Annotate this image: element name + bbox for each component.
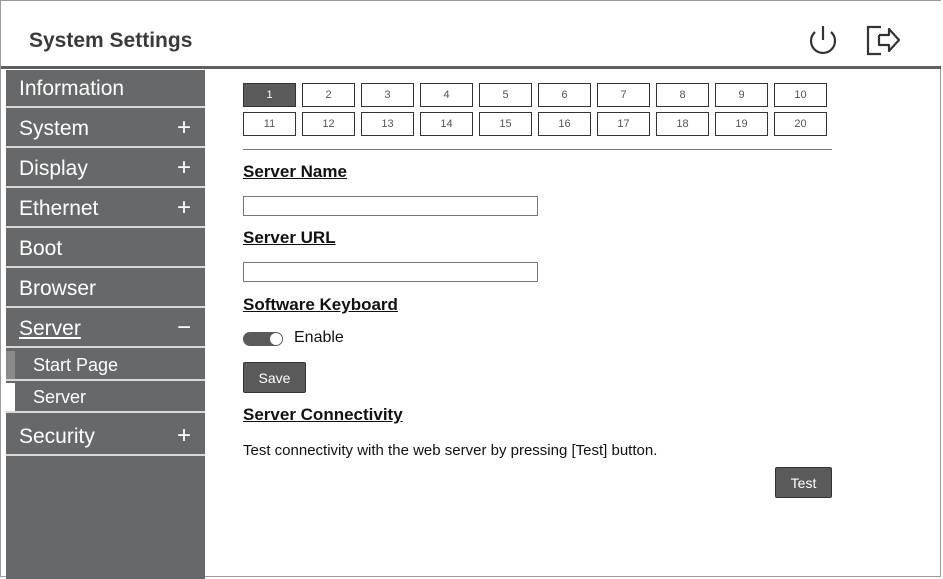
sidebar-item-label: Security (19, 425, 95, 448)
page-button-20[interactable]: 20 (774, 112, 827, 136)
sidebar-item-browser[interactable]: Browser (6, 270, 205, 308)
sidebar-item-ethernet[interactable]: Ethernet + (6, 190, 205, 228)
sidebar-item-security[interactable]: Security + (6, 418, 205, 456)
sidebar-subitem-server[interactable]: Server (6, 383, 205, 413)
page-button-4[interactable]: 4 (420, 83, 473, 107)
page-button-8[interactable]: 8 (656, 83, 709, 107)
sidebar-item-label: Display (19, 157, 88, 180)
sidebar-item-label: System (19, 117, 90, 140)
sidebar-subitem-start-page[interactable]: Start Page (6, 351, 205, 381)
server-name-title: Server Name (243, 162, 347, 181)
test-button[interactable]: Test (775, 467, 832, 498)
sidebar-subitem-label: Server (33, 387, 87, 407)
app-title: System Settings (29, 29, 193, 52)
logout-icon[interactable] (865, 23, 901, 57)
page-button-2[interactable]: 2 (302, 83, 355, 107)
expand-icon: + (176, 422, 191, 449)
page-button-11[interactable]: 11 (243, 112, 296, 136)
keyboard-enable-toggle[interactable] (243, 332, 283, 346)
page-button-12[interactable]: 12 (302, 112, 355, 136)
collapse-icon: − (176, 314, 191, 341)
toggle-knob (270, 333, 282, 345)
server-name-input[interactable] (243, 196, 538, 216)
page-button-10[interactable]: 10 (774, 83, 827, 107)
sidebar-subitem-label: Start Page (33, 355, 119, 375)
page-button-18[interactable]: 18 (656, 112, 709, 136)
save-button[interactable]: Save (243, 362, 306, 393)
sidebar-item-boot[interactable]: Boot (6, 230, 205, 268)
page-button-17[interactable]: 17 (597, 112, 650, 136)
sidebar: Information System + Display + Ethernet … (6, 70, 205, 579)
page-button-3[interactable]: 3 (361, 83, 414, 107)
page-button-5[interactable]: 5 (479, 83, 532, 107)
expand-icon: + (176, 194, 191, 221)
keyboard-enable-label: Enable (294, 329, 344, 346)
connectivity-description: Test connectivity with the web server by… (243, 442, 658, 459)
expand-icon: + (176, 114, 191, 141)
power-icon[interactable] (805, 23, 841, 57)
page-button-13[interactable]: 13 (361, 112, 414, 136)
sidebar-item-server[interactable]: Server − (6, 310, 205, 348)
sidebar-item-label: Information (19, 77, 125, 100)
page-button-15[interactable]: 15 (479, 112, 532, 136)
divider (243, 149, 832, 150)
subitem-marker (6, 351, 15, 379)
page-button-19[interactable]: 19 (715, 112, 768, 136)
sidebar-item-label: Server (19, 317, 81, 340)
server-url-title: Server URL (243, 228, 336, 247)
subitem-marker (6, 383, 15, 411)
expand-icon: + (176, 154, 191, 181)
server-connectivity-title: Server Connectivity (243, 405, 403, 424)
sidebar-item-label: Browser (19, 277, 97, 300)
software-keyboard-title: Software Keyboard (243, 295, 398, 314)
page-button-9[interactable]: 9 (715, 83, 768, 107)
page-button-6[interactable]: 6 (538, 83, 591, 107)
page-button-14[interactable]: 14 (420, 112, 473, 136)
sidebar-item-information[interactable]: Information (6, 70, 205, 108)
sidebar-item-system[interactable]: System + (6, 110, 205, 148)
page-button-7[interactable]: 7 (597, 83, 650, 107)
server-url-input[interactable] (243, 262, 538, 282)
sidebar-item-display[interactable]: Display + (6, 150, 205, 188)
sidebar-item-label: Ethernet (19, 197, 99, 220)
sidebar-item-label: Boot (19, 237, 63, 260)
page-button-16[interactable]: 16 (538, 112, 591, 136)
header-bar: System Settings (1, 1, 941, 69)
page-button-1[interactable]: 1 (243, 83, 296, 107)
